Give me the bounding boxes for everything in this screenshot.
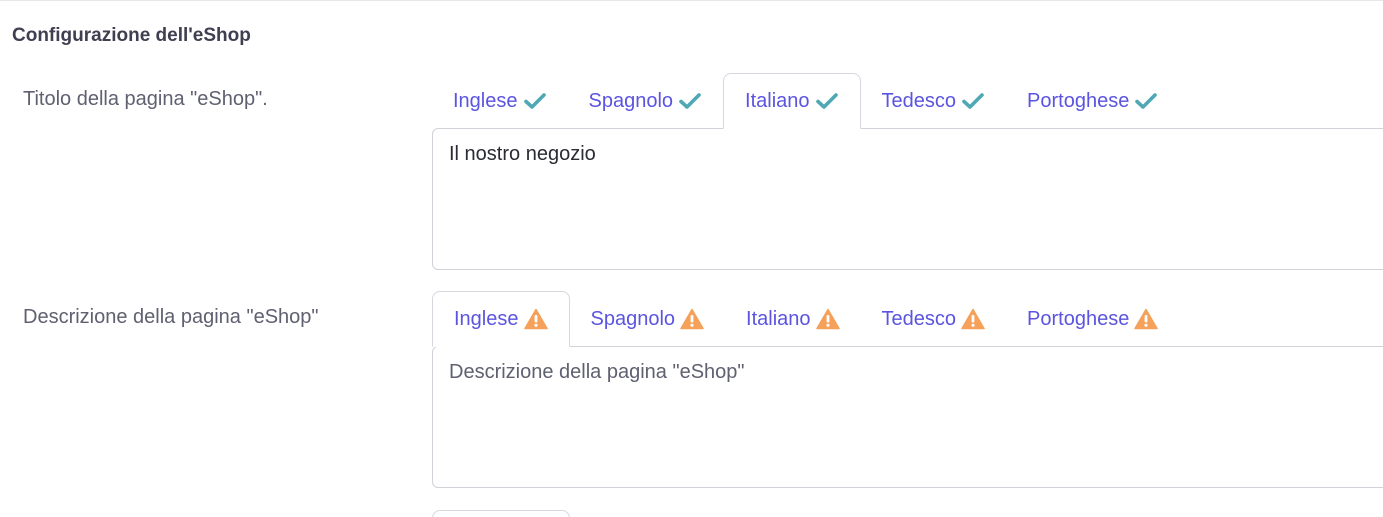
description-language-tabs: Inglese Spagnolo Italiano Tedesco Portog…	[432, 291, 1179, 347]
title-tab-italiano[interactable]: Italiano	[723, 73, 861, 129]
warning-icon	[815, 308, 840, 330]
title-textarea[interactable]: Il nostro negozio	[432, 128, 1383, 270]
tab-label: Tedesco	[881, 89, 957, 112]
warning-icon	[1134, 308, 1159, 330]
description-tab-italiano[interactable]: Italiano	[725, 291, 861, 347]
description-textarea[interactable]: Descrizione della pagina "eShop"	[432, 346, 1383, 488]
title-value: Il nostro negozio	[449, 143, 596, 165]
tab-label: Spagnolo	[590, 307, 676, 330]
check-icon	[678, 91, 702, 111]
tab-label: Italiano	[746, 307, 811, 330]
description-tab-portoghese[interactable]: Portoghese	[1006, 291, 1179, 347]
description-tab-tedesco[interactable]: Tedesco	[861, 291, 1007, 347]
check-icon	[1134, 91, 1158, 111]
check-icon	[961, 91, 985, 111]
description-field-label: Descrizione della pagina "eShop"	[23, 306, 319, 328]
warning-icon	[961, 308, 985, 330]
eshop-config-page: Configurazione dell'eShop Titolo della p…	[0, 0, 1383, 517]
tab-label: Tedesco	[881, 307, 957, 330]
next-field-tab[interactable]	[432, 510, 570, 517]
tab-label: Spagnolo	[588, 89, 674, 112]
check-icon	[815, 91, 839, 111]
tab-label: Inglese	[453, 89, 518, 112]
warning-icon	[680, 308, 704, 330]
tab-label: Italiano	[745, 89, 810, 112]
description-tab-inglese[interactable]: Inglese	[432, 291, 570, 347]
title-tab-portoghese[interactable]: Portoghese	[1006, 73, 1179, 129]
section-title: Configurazione dell'eShop	[12, 25, 251, 46]
tab-label: Inglese	[454, 307, 519, 330]
tab-label: Portoghese	[1027, 89, 1130, 112]
top-divider	[0, 0, 1383, 1]
title-field-label: Titolo della pagina "eShop".	[23, 88, 268, 110]
warning-icon	[523, 308, 548, 330]
tab-label: Portoghese	[1027, 307, 1130, 330]
title-tab-tedesco[interactable]: Tedesco	[861, 73, 1007, 129]
description-placeholder: Descrizione della pagina "eShop"	[449, 361, 745, 383]
title-tab-spagnolo[interactable]: Spagnolo	[568, 73, 724, 129]
title-language-tabs: Inglese Spagnolo Italiano Tedesco Portog…	[432, 73, 1179, 129]
description-tab-spagnolo[interactable]: Spagnolo	[570, 291, 726, 347]
title-tab-inglese[interactable]: Inglese	[432, 73, 568, 129]
check-icon	[523, 91, 547, 111]
